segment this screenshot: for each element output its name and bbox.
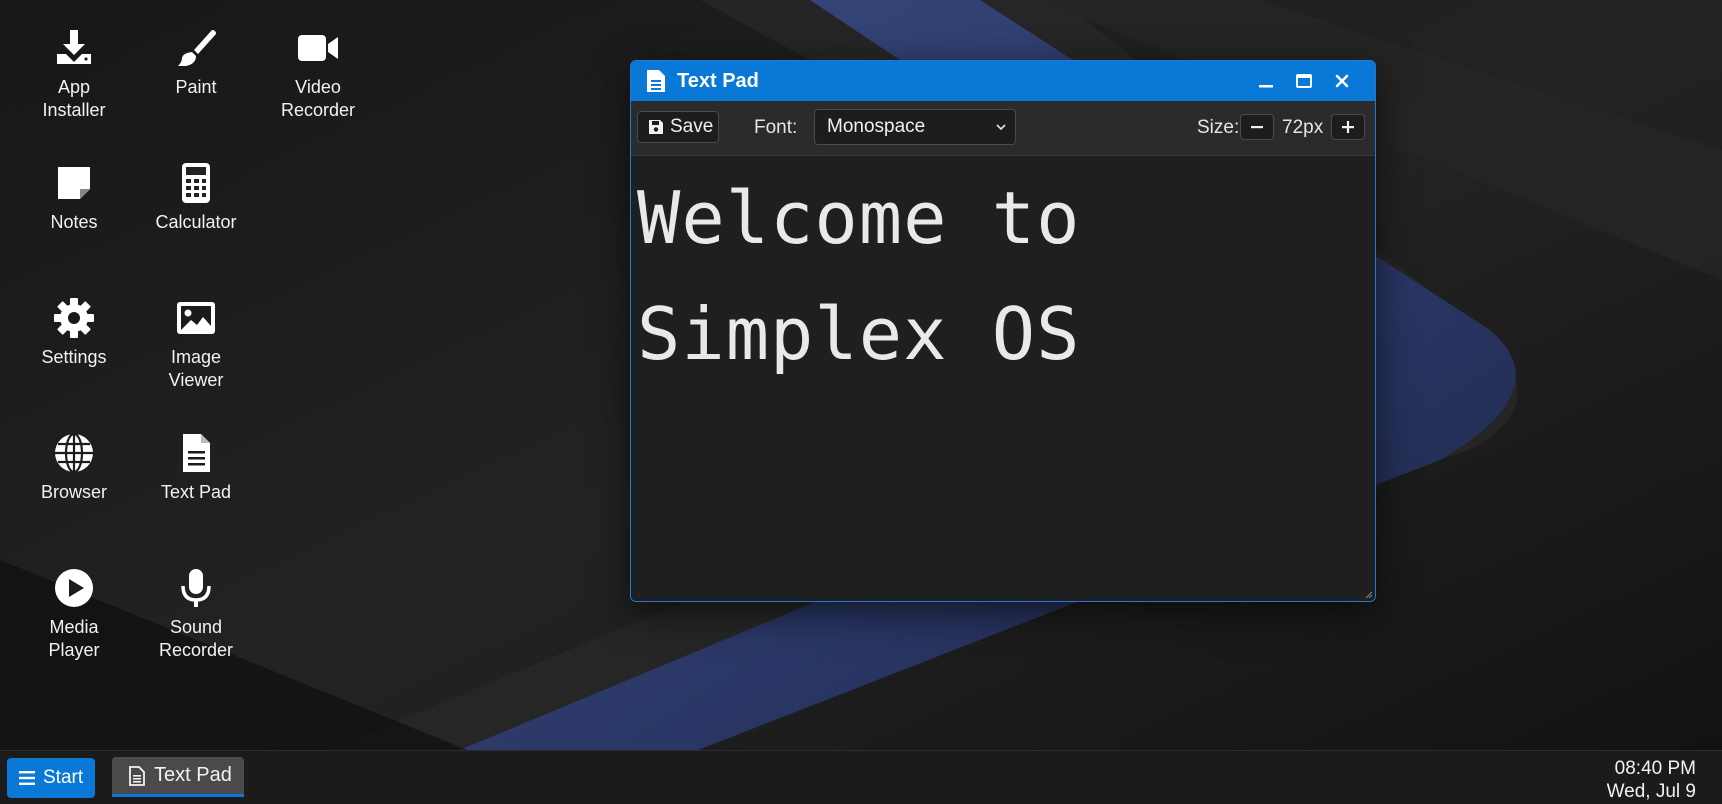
desktop-icon-paint[interactable]: Paint [141,26,251,99]
window-title: Text Pad [677,70,759,92]
taskbar-item-text-pad[interactable]: Text Pad [112,757,244,797]
desktop-icon-label: Video Recorder [280,77,356,120]
desktop: App Installer Paint Video Recorder Notes… [0,0,1722,804]
minimize-button[interactable] [1251,67,1281,95]
desktop-icon-video-recorder[interactable]: Video Recorder [263,26,373,122]
taskbar: Start Text Pad 08:40 PM Wed, Jul 9 [0,750,1722,804]
desktop-icon-app-installer[interactable]: App Installer [19,26,129,122]
desktop-icon-sound-recorder[interactable]: Sound Recorder [141,566,251,662]
hamburger-menu-icon [19,771,35,785]
font-label: Font: [754,117,798,138]
window-titlebar[interactable]: Text Pad [631,61,1375,101]
desktop-icon-label: Calculator [155,212,237,232]
clock-time: 08:40 PM [1614,758,1696,779]
desktop-icon-image-viewer[interactable]: Image Viewer [141,296,251,392]
desktop-icon-label: Sound Recorder [158,617,234,660]
calculator-icon [174,161,218,205]
desktop-icon-settings[interactable]: Settings [19,296,129,369]
image-icon [174,296,218,340]
system-clock[interactable]: 08:40 PM Wed, Jul 9 [1607,757,1696,803]
increase-size-button[interactable] [1331,114,1365,140]
font-select-value: Monospace [827,116,926,137]
microphone-icon [174,566,218,610]
close-button[interactable] [1327,67,1357,95]
document-icon [647,70,665,92]
desktop-icon-calculator[interactable]: Calculator [141,161,251,234]
video-camera-icon [296,26,340,70]
size-value: 72px [1282,117,1324,138]
font-select[interactable]: Monospace [814,109,1016,145]
desktop-icon-label: Notes [50,212,98,232]
desktop-icon-notes[interactable]: Notes [19,161,129,234]
minus-icon [1251,126,1263,129]
document-icon [174,431,218,475]
desktop-icon-label: Paint [175,77,217,97]
save-button-label: Save [670,116,714,137]
plus-icon [1342,121,1354,133]
play-circle-icon [52,566,96,610]
start-button[interactable]: Start [7,758,95,798]
maximize-button[interactable] [1289,67,1319,95]
maximize-icon [1296,74,1312,88]
gear-icon [52,296,96,340]
decrease-size-button[interactable] [1240,114,1274,140]
taskbar-item-label: Text Pad [154,764,232,786]
chevron-down-icon [996,124,1006,131]
size-label: Size: [1197,117,1240,138]
text-editor-area[interactable]: Welcome to Simplex OS [631,156,1375,601]
sticky-note-icon [52,161,96,205]
desktop-icon-label: Settings [41,347,107,367]
desktop-icon-media-player[interactable]: Media Player [19,566,129,662]
desktop-icon-label: App Installer [42,77,106,120]
minimize-icon [1259,85,1273,88]
download-icon [52,26,96,70]
text-pad-window[interactable]: Text Pad Save Font: Monospace Size: 72px… [630,60,1376,602]
document-icon [129,765,145,786]
floppy-disk-icon [649,120,663,134]
resize-grip-icon[interactable] [1363,589,1373,599]
globe-icon [52,431,96,475]
save-button[interactable]: Save [637,111,719,143]
start-button-label: Start [43,767,84,788]
paintbrush-icon [174,26,218,70]
close-icon [1335,74,1349,88]
desktop-icon-browser[interactable]: Browser [19,431,129,504]
desktop-icon-text-pad[interactable]: Text Pad [141,431,251,504]
desktop-icon-label: Text Pad [160,482,232,502]
desktop-icon-label: Media Player [48,617,100,660]
desktop-icon-label: Browser [40,482,107,502]
window-toolbar: Save Font: Monospace Size: 72px [631,101,1375,156]
clock-date: Wed, Jul 9 [1606,781,1696,802]
desktop-icon-label: Image Viewer [168,347,224,390]
